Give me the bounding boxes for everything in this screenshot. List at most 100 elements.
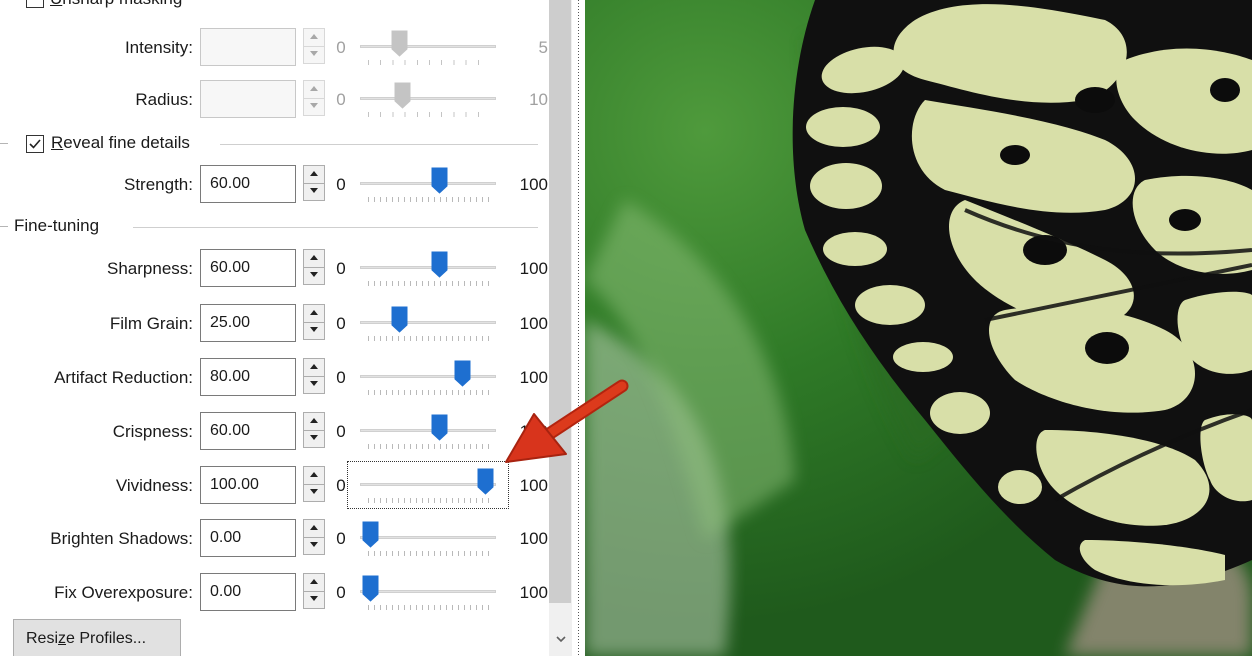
sharpness-increment-button[interactable] (304, 250, 324, 268)
caret-down-icon (310, 103, 318, 108)
vertical-scrollbar[interactable] (549, 0, 572, 656)
caret-down-icon (310, 489, 318, 494)
strength-input[interactable]: 60.00 (200, 165, 296, 203)
brighten-shadows-spinner[interactable] (303, 519, 325, 555)
crispness-row: Crispness:60.000100 (0, 411, 549, 455)
vividness-decrement-button[interactable] (304, 484, 324, 501)
vividness-increment-button[interactable] (304, 467, 324, 485)
sharpness-slider-track[interactable] (360, 266, 496, 269)
fix-overexposure-slider-thumb[interactable] (362, 575, 379, 602)
radius-spinner[interactable] (303, 80, 325, 116)
scrollbar-thumb[interactable] (549, 0, 571, 603)
intensity-increment-button[interactable] (304, 29, 324, 47)
sharpness-slider-thumb[interactable] (431, 251, 448, 278)
vividness-min-label: 0 (336, 476, 346, 495)
caret-down-icon (310, 596, 318, 601)
unsharp-masking-checkbox[interactable] (26, 0, 44, 8)
artifact-reduction-row: Artifact Reduction: 80.00 0 100 (0, 357, 549, 401)
caret-down-icon (310, 327, 318, 332)
artifact-reduction-decrement-button[interactable] (304, 376, 324, 393)
caret-up-icon (310, 364, 318, 369)
film-grain-decrement-button[interactable] (304, 322, 324, 339)
intensity-slider-track[interactable] (360, 45, 496, 48)
intensity-slider-ticks (368, 60, 490, 65)
strength-increment-button[interactable] (304, 166, 324, 184)
crispness-slider-ticks (368, 444, 490, 449)
fine-tuning-label: Fine-tuning (14, 216, 100, 235)
brighten-shadows-slider-track[interactable] (360, 536, 496, 539)
sharpness-decrement-button[interactable] (304, 267, 324, 284)
brighten-shadows-input[interactable]: 0.00 (200, 519, 296, 557)
group-unsharp-masking[interactable]: Unsharp masking (0, 0, 549, 13)
image-preview[interactable] (585, 0, 1252, 656)
film-grain-spinner[interactable] (303, 304, 325, 340)
intensity-slider-thumb[interactable] (391, 30, 408, 57)
crispness-slider-thumb[interactable] (431, 414, 448, 441)
crispness-increment-button[interactable] (304, 413, 324, 431)
film-grain-slider-ticks (368, 336, 490, 341)
vividness-input[interactable]: 100.00 (200, 466, 296, 504)
radius-increment-button[interactable] (304, 81, 324, 99)
radius-slider-thumb[interactable] (394, 82, 411, 109)
strength-slider-thumb[interactable] (431, 167, 448, 194)
radius-slider-track[interactable] (360, 97, 496, 100)
fix-overexposure-slider-track[interactable] (360, 590, 496, 593)
radius-min-label: 0 (336, 90, 346, 109)
caret-down-icon (310, 188, 318, 193)
strength-slider-ticks (368, 197, 490, 202)
crispness-input[interactable]: 60.00 (200, 412, 296, 450)
fix-overexposure-input[interactable]: 0.00 (200, 573, 296, 611)
fix-overexposure-decrement-button[interactable] (304, 591, 324, 608)
film-grain-increment-button[interactable] (304, 305, 324, 323)
strength-min-label: 0 (336, 175, 346, 194)
radius-input[interactable] (200, 80, 296, 118)
group-reveal-fine-details: Reveal fine details (0, 131, 549, 157)
film-grain-max-label: 100 (519, 314, 548, 333)
intensity-input[interactable] (200, 28, 296, 66)
artifact-reduction-increment-button[interactable] (304, 359, 324, 377)
caret-up-icon (310, 472, 318, 477)
brighten-shadows-slider-ticks (368, 551, 490, 556)
fix-overexposure-increment-button[interactable] (304, 574, 324, 592)
artifact-reduction-spinner[interactable] (303, 358, 325, 394)
film-grain-slider-thumb[interactable] (391, 306, 408, 333)
reveal-fine-details-label[interactable]: Reveal fine details (51, 133, 190, 153)
brighten-shadows-row: Brighten Shadows: 0.00 0 100 (0, 518, 549, 562)
strength-slider-track[interactable] (360, 182, 496, 185)
artifact-reduction-label: Artifact Reduction: (54, 368, 193, 387)
vividness-slider-focus (347, 461, 509, 509)
intensity-decrement-button[interactable] (304, 46, 324, 63)
brighten-shadows-slider-thumb[interactable] (362, 521, 379, 548)
brighten-shadows-increment-button[interactable] (304, 520, 324, 538)
panel-splitter[interactable] (572, 0, 585, 656)
settings-panel: Unsharp masking Intensity:05 Radius:010 … (0, 0, 549, 656)
fix-overexposure-label: Fix Overexposure: (54, 583, 193, 602)
fix-overexposure-row: Fix Overexposure: 0.00 0 100 (0, 572, 549, 616)
strength-spinner[interactable] (303, 165, 325, 201)
film-grain-input[interactable]: 25.00 (200, 304, 296, 342)
strength-row: Strength: 60.00 0 100 (0, 164, 549, 208)
radius-decrement-button[interactable] (304, 98, 324, 115)
strength-decrement-button[interactable] (304, 183, 324, 200)
crispness-slider-track[interactable] (360, 429, 496, 432)
sharpness-spinner[interactable] (303, 249, 325, 285)
vividness-spinner[interactable] (303, 466, 325, 502)
crispness-spinner[interactable] (303, 412, 325, 448)
brighten-shadows-decrement-button[interactable] (304, 537, 324, 554)
crispness-decrement-button[interactable] (304, 430, 324, 447)
resize-profiles-button[interactable]: Resize Profiles... (13, 619, 181, 656)
chevron-down-icon[interactable] (555, 634, 567, 644)
fix-overexposure-spinner[interactable] (303, 573, 325, 609)
radius-max-label: 10 (529, 90, 548, 109)
fix-overexposure-min-label: 0 (336, 583, 346, 602)
artifact-reduction-slider-thumb[interactable] (454, 360, 471, 387)
artifact-reduction-slider-track[interactable] (360, 375, 496, 378)
strength-max-label: 100 (519, 175, 548, 194)
radius-label: Radius: (135, 90, 193, 109)
reveal-fine-details-checkbox[interactable] (26, 135, 44, 153)
caret-down-icon (310, 272, 318, 277)
intensity-spinner[interactable] (303, 28, 325, 64)
artifact-reduction-input[interactable]: 80.00 (200, 358, 296, 396)
sharpness-input[interactable]: 60.00 (200, 249, 296, 287)
film-grain-slider-track[interactable] (360, 321, 496, 324)
